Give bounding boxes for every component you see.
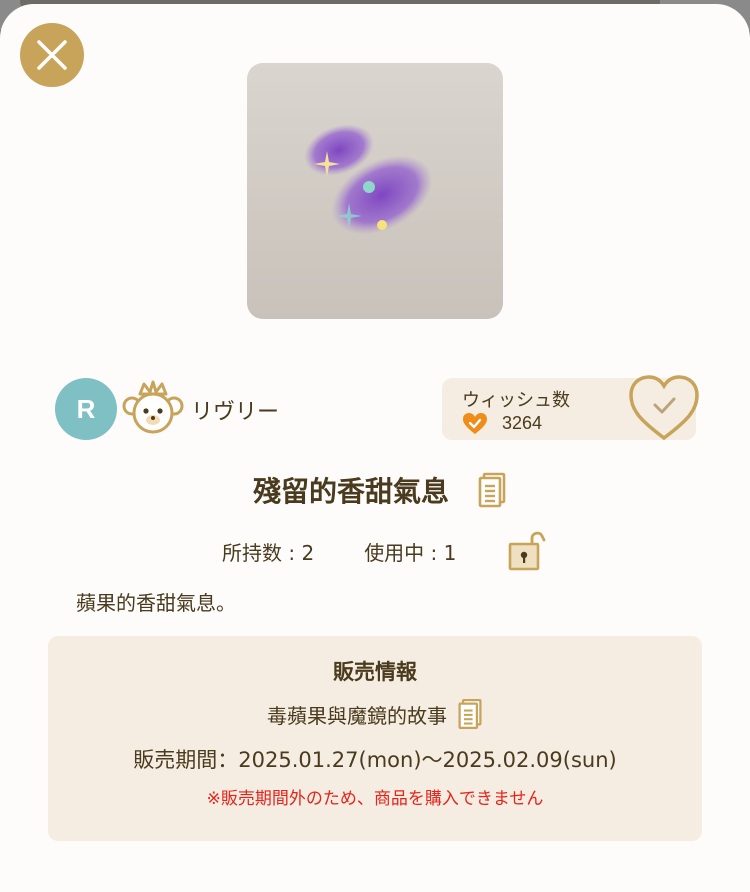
sale-story-title[interactable]: 毒蘋果與魔鏡的故事	[267, 700, 447, 729]
sweet-scent-effect-icon	[304, 124, 433, 235]
close-icon	[37, 40, 67, 70]
sale-heading: 販売情報	[333, 660, 417, 684]
in-use-count: 使用中 : 1	[364, 541, 457, 565]
wish-count: 3264	[502, 413, 543, 433]
item-description: 蘋果的香甜氣息。	[76, 591, 236, 615]
close-button[interactable]	[20, 23, 84, 87]
document-copy-icon[interactable]	[457, 698, 483, 730]
teddy-bear-badge-icon	[122, 380, 184, 434]
sale-period: 販売期間：2025.01.27(mon)〜2025.02.09(sun)	[133, 748, 617, 772]
sale-warning: ※販売期間外のため、商品を購入できません	[206, 789, 544, 809]
item-image	[247, 63, 503, 319]
sale-info-panel: 販売情報 毒蘋果與魔鏡的故事 販売期間：2025.01.27(mon)〜2025…	[48, 636, 702, 841]
creator-avatar[interactable]: R	[55, 378, 117, 440]
document-copy-icon[interactable]	[477, 472, 507, 508]
wish-label: ウィッシュ数	[462, 390, 570, 411]
unlock-icon[interactable]	[508, 530, 550, 572]
creator-name[interactable]: リヴリー	[191, 394, 279, 426]
sale-story-row: 毒蘋果與魔鏡的故事	[48, 698, 702, 730]
item-title: 殘留的香甜氣息	[252, 475, 449, 508]
held-count: 所持数 : 2	[222, 541, 315, 565]
creator-avatar-letter: R	[76, 393, 96, 424]
ownership-counts: 所持数 : 2 使用中 : 1	[222, 537, 456, 566]
item-title-row: 殘留的香甜氣息	[0, 470, 750, 510]
heart-check-small-icon	[463, 413, 487, 434]
heart-check-icon[interactable]	[628, 374, 700, 442]
